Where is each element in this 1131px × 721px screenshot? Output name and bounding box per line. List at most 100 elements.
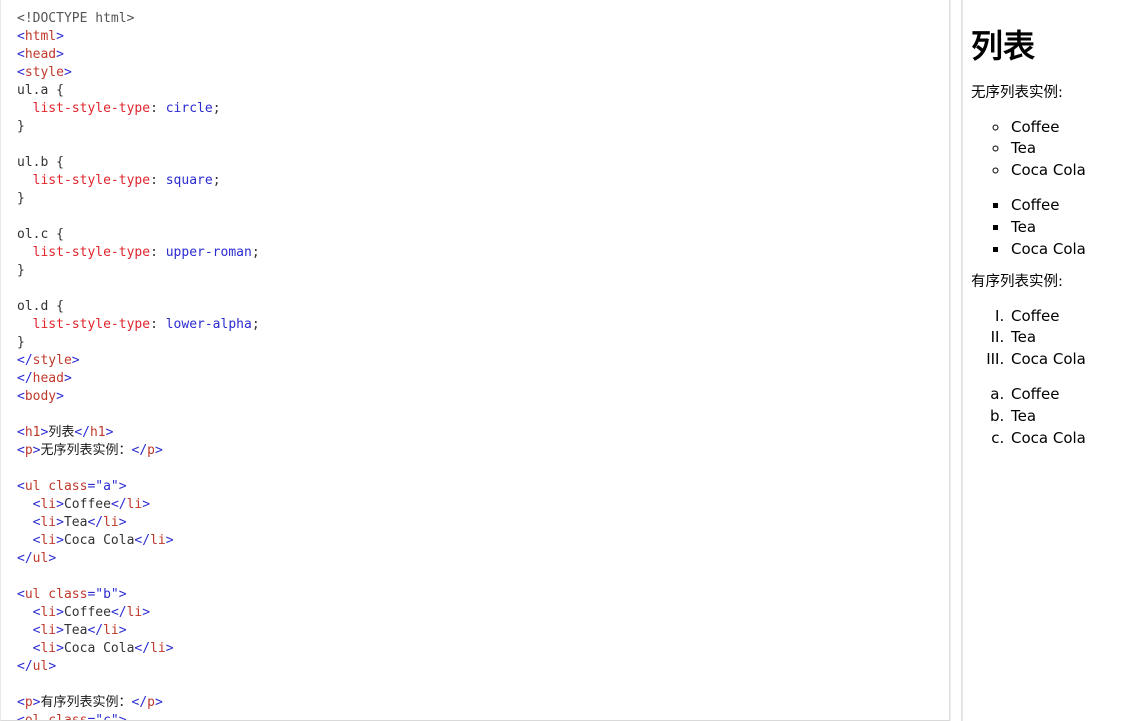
code-token: ol.c {	[17, 227, 64, 242]
preview-document: 列表 无序列表实例: CoffeeTeaCoca ColaCoffeeTeaCo…	[963, 0, 1130, 449]
code-token: ul class	[24, 587, 88, 602]
code-token: }	[17, 191, 25, 206]
code-line: </ul>	[17, 550, 949, 568]
code-editor-pane[interactable]: <!DOCTYPE html> <html> <head> <style> ul.a {…	[0, 0, 950, 721]
list-item: Tea	[1009, 406, 1122, 428]
preview-list-ol-c: CoffeeTeaCoca Cola	[971, 306, 1122, 371]
code-line: <!DOCTYPE html>	[17, 10, 949, 28]
code-line: <ul class="b">	[17, 586, 949, 604]
preview-unordered-label: 无序列表实例:	[971, 85, 1063, 102]
code-token: h1	[89, 425, 106, 440]
code-token: </	[87, 623, 104, 638]
code-line: </style>	[17, 352, 949, 370]
code-line: <body>	[17, 388, 949, 406]
code-line: <style>	[17, 64, 949, 82]
code-token: <	[17, 29, 25, 44]
code-token: }	[17, 335, 25, 350]
code-token: }	[17, 263, 25, 278]
code-token: :	[150, 173, 166, 188]
code-line: </head>	[17, 370, 949, 388]
code-line: <p>有序列表实例：</p>	[17, 694, 949, 712]
code-token: >	[154, 443, 163, 458]
code-token: style	[24, 65, 64, 80]
code-token: 无序列表实例：	[40, 443, 132, 458]
code-token: list-style-type	[32, 173, 151, 188]
code-token: </	[131, 695, 148, 710]
code-token: ul.b {	[17, 155, 64, 170]
code-token: >	[56, 605, 64, 620]
code-token: </	[131, 443, 148, 458]
code-token: >	[48, 551, 57, 566]
code-line: }	[17, 334, 949, 352]
code-token: ul	[32, 659, 49, 674]
code-token: li	[103, 515, 119, 530]
list-item: Tea	[1009, 138, 1122, 160]
code-token: >	[118, 623, 127, 638]
source-code-text[interactable]: <!DOCTYPE html> <html> <head> <style> ul.a {…	[17, 10, 949, 721]
code-token: >	[165, 533, 174, 548]
code-line: <ul class="a">	[17, 478, 949, 496]
code-token: li	[40, 605, 57, 620]
code-token: li	[40, 623, 57, 638]
code-editor-scroll-area[interactable]: <!DOCTYPE html> <html> <head> <style> ul.a {…	[1, 0, 949, 721]
preview-unordered-lists: CoffeeTeaCoca ColaCoffeeTeaCoca Cola	[971, 117, 1122, 261]
code-token: ul	[32, 551, 49, 566]
code-line: <li>Coffee</li>	[17, 604, 949, 622]
code-line: }	[17, 190, 949, 208]
preview-list-ol-d: CoffeeTeaCoca Cola	[971, 384, 1122, 449]
code-line: <ol class="c">	[17, 712, 949, 721]
list-item: Coffee	[1009, 384, 1122, 406]
code-token: Coca Cola	[63, 533, 135, 548]
code-token: ;	[212, 173, 221, 188]
code-token: lower-alpha	[165, 317, 252, 332]
code-token: >	[56, 47, 64, 62]
code-token: >	[56, 623, 64, 638]
code-token: ol.d {	[17, 299, 64, 314]
try-it-editor: <!DOCTYPE html> <html> <head> <style> ul.a {…	[0, 0, 1131, 721]
code-token: </	[134, 641, 151, 656]
code-token: li	[40, 533, 57, 548]
list-item: Coca Cola	[1009, 428, 1122, 450]
code-token: body	[24, 389, 57, 404]
list-item: Tea	[1009, 327, 1122, 349]
code-token: li	[103, 623, 119, 638]
pane-divider[interactable]	[950, 0, 962, 721]
code-token: <	[17, 713, 25, 721]
code-token: >	[56, 29, 64, 44]
preview-pane: 列表 无序列表实例: CoffeeTeaCoca ColaCoffeeTeaCo…	[962, 0, 1130, 721]
code-token: li	[150, 533, 166, 548]
code-token: upper-roman	[165, 245, 252, 260]
code-token: </	[87, 515, 104, 530]
code-token: </	[17, 371, 33, 386]
code-line: <li>Tea</li>	[17, 622, 949, 640]
code-token: circle	[165, 101, 213, 116]
list-item: Coca Cola	[1009, 349, 1122, 371]
list-item: Coffee	[1009, 306, 1122, 328]
code-token: <	[17, 443, 25, 458]
code-token: ;	[212, 101, 221, 116]
code-token: :	[150, 317, 166, 332]
code-token: <!DOCTYPE html>	[17, 11, 135, 26]
code-token: >	[105, 425, 114, 440]
code-token: >	[63, 65, 72, 80]
code-line: }	[17, 262, 949, 280]
code-token: 列表	[48, 425, 75, 440]
code-token: li	[126, 605, 143, 620]
preview-list-ul-b: CoffeeTeaCoca Cola	[971, 195, 1122, 260]
code-token: ="b">	[87, 587, 127, 602]
code-token: Tea	[63, 515, 88, 530]
code-token: ul.a {	[17, 83, 64, 98]
code-token: ="c">	[87, 713, 127, 721]
code-token: style	[32, 353, 72, 368]
